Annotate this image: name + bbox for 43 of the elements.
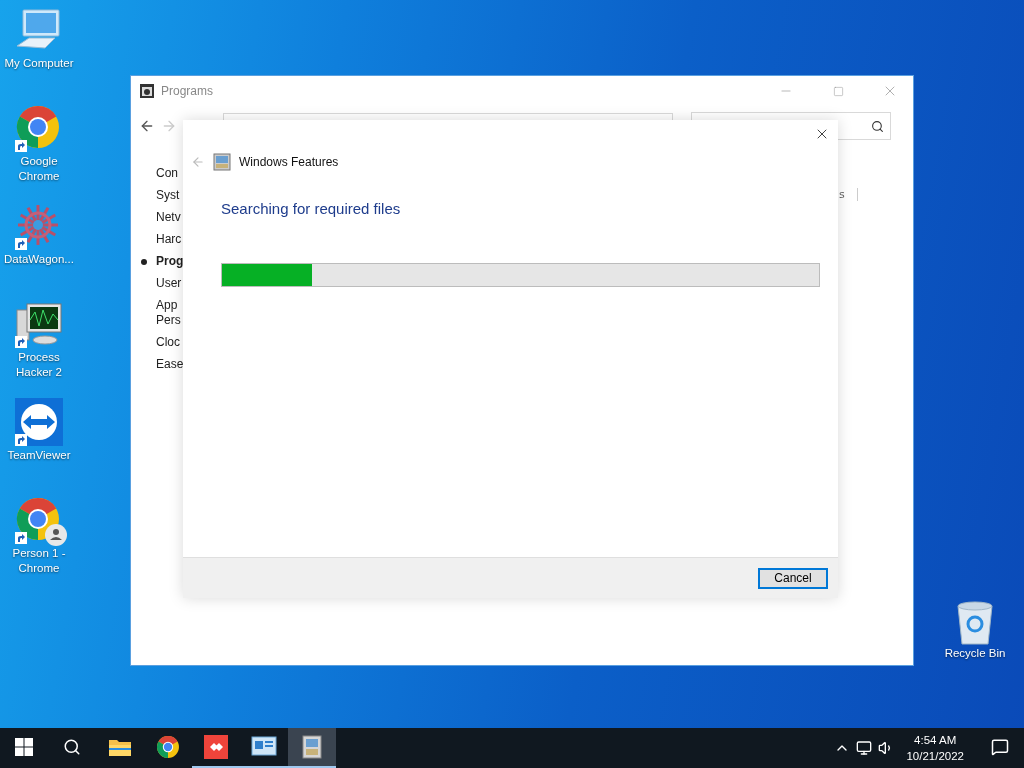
shortcut-label: Google Chrome (17, 154, 61, 184)
nav-link[interactable]: Cloc (156, 335, 180, 350)
link-fragment: s (839, 188, 858, 201)
shortcut-label: Person 1 - Chrome (11, 546, 67, 576)
chrome-icon (15, 104, 61, 150)
nav-link[interactable]: Netv (156, 210, 181, 225)
shortcut-label: Recycle Bin (943, 646, 1007, 661)
window-icon (139, 83, 155, 99)
cancel-button[interactable]: Cancel (758, 567, 828, 589)
nav-link[interactable]: Syst (156, 188, 180, 203)
nav-link[interactable]: App Pers (156, 298, 181, 328)
control-panel-icon (251, 736, 277, 758)
nav-link[interactable]: Prog (156, 254, 184, 269)
arrows-icon (15, 398, 63, 446)
search-icon (63, 738, 81, 756)
shortcut-label: My Computer (3, 56, 75, 71)
recycle-bin[interactable]: Recycle Bin (940, 600, 1010, 661)
shortcut-label: DataWagon... (3, 252, 75, 267)
nav-link[interactable]: Harc (156, 232, 182, 247)
shortcut-label: Process Hacker 2 (15, 350, 63, 380)
folder-icon (108, 737, 132, 757)
window-title: Programs (161, 84, 214, 98)
maximize-icon (832, 85, 844, 97)
monitor-icon (15, 300, 63, 348)
nav-link[interactable]: Ease (156, 357, 184, 372)
back-icon[interactable] (139, 118, 155, 134)
nav-link[interactable]: User (156, 276, 182, 291)
features-icon (301, 735, 323, 759)
clock[interactable]: 4:54 AM 10/21/2022 (900, 732, 970, 764)
search-icon (871, 119, 884, 133)
nav-link[interactable]: Con (156, 166, 178, 181)
speech-bubble-icon (991, 738, 1009, 756)
features-icon (213, 153, 231, 171)
status-heading: Searching for required files (221, 200, 402, 217)
network-icon[interactable] (856, 740, 873, 756)
burst-icon (15, 202, 61, 248)
dialog-title: Windows Features (239, 155, 339, 169)
taskbar-app[interactable] (288, 728, 336, 768)
shortcut-label: TeamViewer (6, 448, 72, 463)
person-badge-icon (45, 524, 67, 546)
trash-bin-icon (955, 600, 995, 646)
windows-logo-icon (15, 738, 33, 756)
chrome-icon (156, 735, 180, 759)
